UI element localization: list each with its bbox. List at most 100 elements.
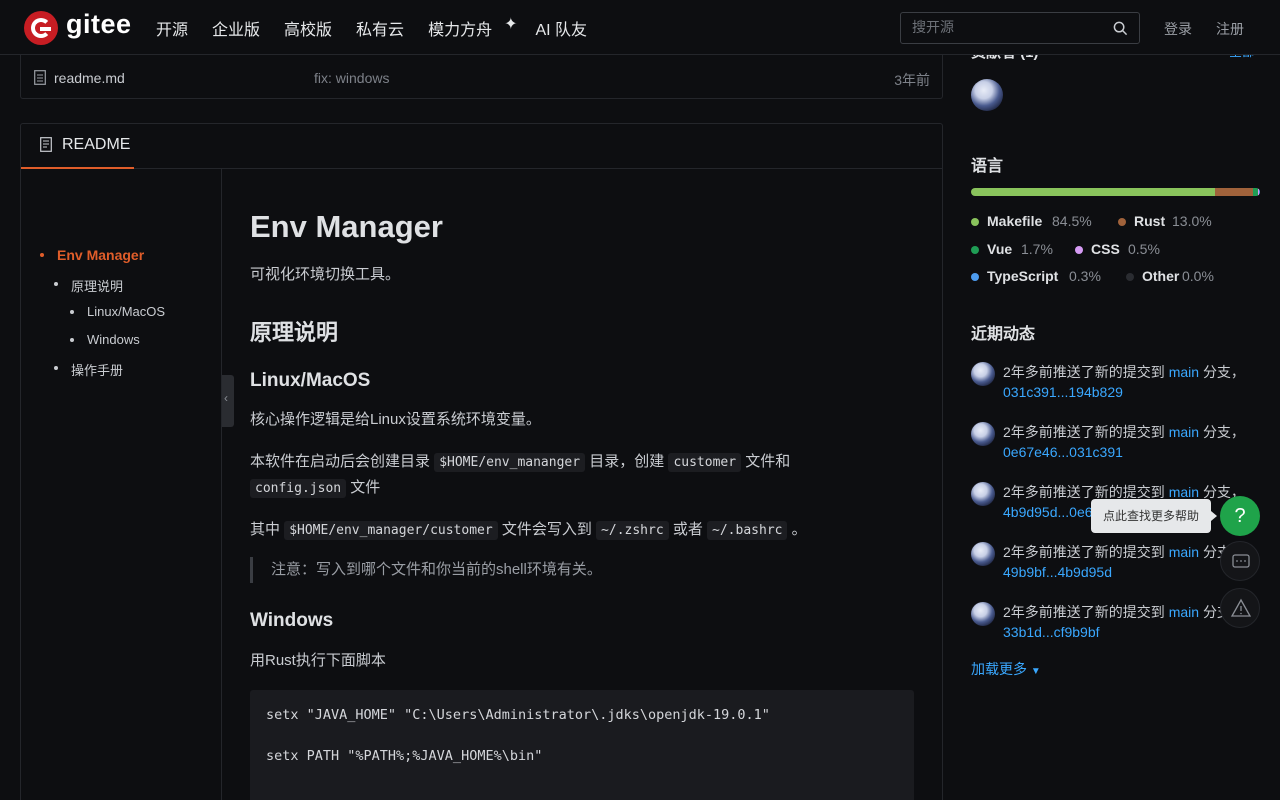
commit-range-link[interactable]: 0e67e46...031c391 xyxy=(1003,444,1123,460)
commit-range-link[interactable]: 33b1d...cf9b9bf xyxy=(1003,624,1100,640)
text: 文件会写入到 xyxy=(501,521,592,538)
branch-link[interactable]: main xyxy=(1169,484,1199,500)
book-icon xyxy=(40,137,52,152)
search-input[interactable] xyxy=(912,19,1112,35)
lang-dot xyxy=(1118,218,1126,226)
text: 文件 xyxy=(350,479,381,496)
bullet xyxy=(70,338,74,342)
sparkle-icon: ✦ xyxy=(504,16,518,33)
register-link[interactable]: 注册 xyxy=(1216,19,1244,39)
nav-link-enterprise[interactable]: 企业版 xyxy=(212,16,260,40)
toc-item-windows[interactable]: Windows xyxy=(70,332,140,347)
text: 目录，创建 xyxy=(589,453,665,470)
toc-label: 操作手册 xyxy=(71,363,124,378)
help-button[interactable]: ? xyxy=(1220,496,1260,536)
lang-dot xyxy=(971,273,979,281)
activity-text: 2年多前推送了新的提交到 main 分支， 031c391...194b829 xyxy=(1003,362,1255,402)
lang-percent: 0.0% xyxy=(1182,268,1214,284)
inline-code: $HOME/env_mananger xyxy=(434,453,586,472)
paragraph-startup: 本软件在启动后会创建目录 $HOME/env_mananger 目录，创建 cu… xyxy=(250,449,790,476)
commit-message-link[interactable]: fix: windows xyxy=(314,70,389,86)
toc-collapse-handle[interactable]: ‹ xyxy=(222,375,234,427)
text: 文件和 xyxy=(745,453,791,470)
inline-code: ~/.bashrc xyxy=(707,521,788,540)
toc-item-linux[interactable]: Linux/MacOS xyxy=(70,304,166,319)
toc-label: Windows xyxy=(87,332,140,347)
lang-name: Other xyxy=(1142,268,1180,284)
readme-panel: README Env Manager 原理说明 Linux/MacOS Wind… xyxy=(20,123,943,800)
commit-range-link[interactable]: 031c391...194b829 xyxy=(1003,384,1123,400)
activity-text: 2年多前推送了新的提交到 main 分支，33b1d...cf9b9bf xyxy=(1003,602,1255,642)
subtitle: 可视化环境切换工具。 xyxy=(250,266,401,283)
tab-readme-label: README xyxy=(62,136,131,153)
avatar[interactable] xyxy=(971,422,995,446)
paragraph-write: 其中 $HOME/env_manager/customer 文件会写入到 ~/.… xyxy=(250,517,807,544)
paragraph-rust: 用Rust执行下面脚本 xyxy=(250,652,386,669)
toc-item-principle[interactable]: 原理说明 xyxy=(54,276,123,295)
commit-range-link[interactable]: 49b9bf...4b9d95d xyxy=(1003,564,1112,580)
text: 2年多前推送了新的提交到 xyxy=(1003,364,1165,380)
avatar[interactable] xyxy=(971,482,995,506)
heading-windows: Windows xyxy=(250,610,334,631)
nav-link-private-cloud[interactable]: 私有云 xyxy=(356,16,404,40)
nav-link-ai[interactable]: AI 队友 xyxy=(535,16,587,40)
lang-dot xyxy=(971,218,979,226)
nav-link-education[interactable]: 高校版 xyxy=(284,16,332,40)
text: 2年多前推送了新的提交到 xyxy=(1003,604,1165,620)
toc-item-env-manager[interactable]: Env Manager xyxy=(40,247,145,263)
activity-text: 2年多前推送了新的提交到 main 分支，49b9bf...4b9d95d xyxy=(1003,542,1255,582)
lang-percent: 13.0% xyxy=(1172,213,1212,229)
lang-dot xyxy=(1126,273,1134,281)
toc-label: Env Manager xyxy=(57,247,145,263)
lang-percent: 0.3% xyxy=(1069,268,1101,284)
login-link[interactable]: 登录 xyxy=(1164,19,1192,39)
file-list-row: readme.md fix: windows 3年前 xyxy=(20,55,943,99)
gitee-logo-icon[interactable] xyxy=(24,11,58,45)
lang-name: Makefile xyxy=(987,213,1043,229)
text: 本软件在启动后会创建目录 xyxy=(250,453,431,470)
file-icon xyxy=(34,70,46,85)
avatar[interactable] xyxy=(971,79,1003,111)
help-tooltip: 点此查找更多帮助 xyxy=(1091,499,1217,533)
inline-code: $HOME/env_manager/customer xyxy=(284,521,498,540)
branch-link[interactable]: main xyxy=(1169,544,1199,560)
text: 。 xyxy=(791,521,807,538)
nav-links: 开源 企业版 高校版 私有云 模力方舟 ✦ AI 队友 xyxy=(156,16,587,40)
text: 分支， xyxy=(1202,364,1245,380)
lang-percent: 0.5% xyxy=(1128,241,1160,257)
branch-link[interactable]: main xyxy=(1169,364,1199,380)
caret-down-icon: ▼ xyxy=(1030,666,1041,677)
activity-text: 2年多前推送了新的提交到 main 分支， 0e67e46...031c391 xyxy=(1003,422,1255,462)
inline-code: ~/.zshrc xyxy=(596,521,669,540)
toc-item-manual[interactable]: 操作手册 xyxy=(54,360,124,379)
text: 2年多前推送了新的提交到 xyxy=(1003,484,1165,500)
branch-link[interactable]: main xyxy=(1169,424,1199,440)
table-of-contents: Env Manager 原理说明 Linux/MacOS Windows 操作手… xyxy=(21,169,222,800)
report-button[interactable] xyxy=(1220,588,1260,628)
brand-name[interactable]: gitee xyxy=(66,9,132,40)
bullet xyxy=(54,366,58,370)
avatar[interactable] xyxy=(971,362,995,386)
search-box xyxy=(900,12,1140,44)
avatar[interactable] xyxy=(971,542,995,566)
branch-link[interactable]: main xyxy=(1169,604,1199,620)
readme-tabbar xyxy=(21,124,942,169)
search-icon[interactable] xyxy=(1113,21,1128,36)
toc-label: Linux/MacOS xyxy=(87,304,166,319)
lang-percent: 84.5% xyxy=(1052,213,1092,229)
tab-readme[interactable]: README xyxy=(21,124,134,169)
lang-name: Vue xyxy=(987,241,1013,257)
code-block: setx "JAVA_HOME" "C:\Users\Administrator… xyxy=(250,690,914,800)
code-line: setx "JAVA_HOME" "C:\Users\Administrator… xyxy=(266,707,770,723)
lang-dot xyxy=(971,246,979,254)
file-name-link[interactable]: readme.md xyxy=(54,70,125,86)
lang-percent: 1.7% xyxy=(1021,241,1053,257)
bullet xyxy=(54,282,58,286)
feedback-button[interactable] xyxy=(1220,541,1260,581)
lang-dot xyxy=(1075,246,1083,254)
text: 或者 xyxy=(672,521,703,538)
load-more-button[interactable]: 加载更多 ▼ xyxy=(971,659,1041,679)
nav-link-opensource[interactable]: 开源 xyxy=(156,16,188,40)
avatar[interactable] xyxy=(971,602,995,626)
nav-link-moli[interactable]: 模力方舟 ✦ xyxy=(428,16,517,40)
